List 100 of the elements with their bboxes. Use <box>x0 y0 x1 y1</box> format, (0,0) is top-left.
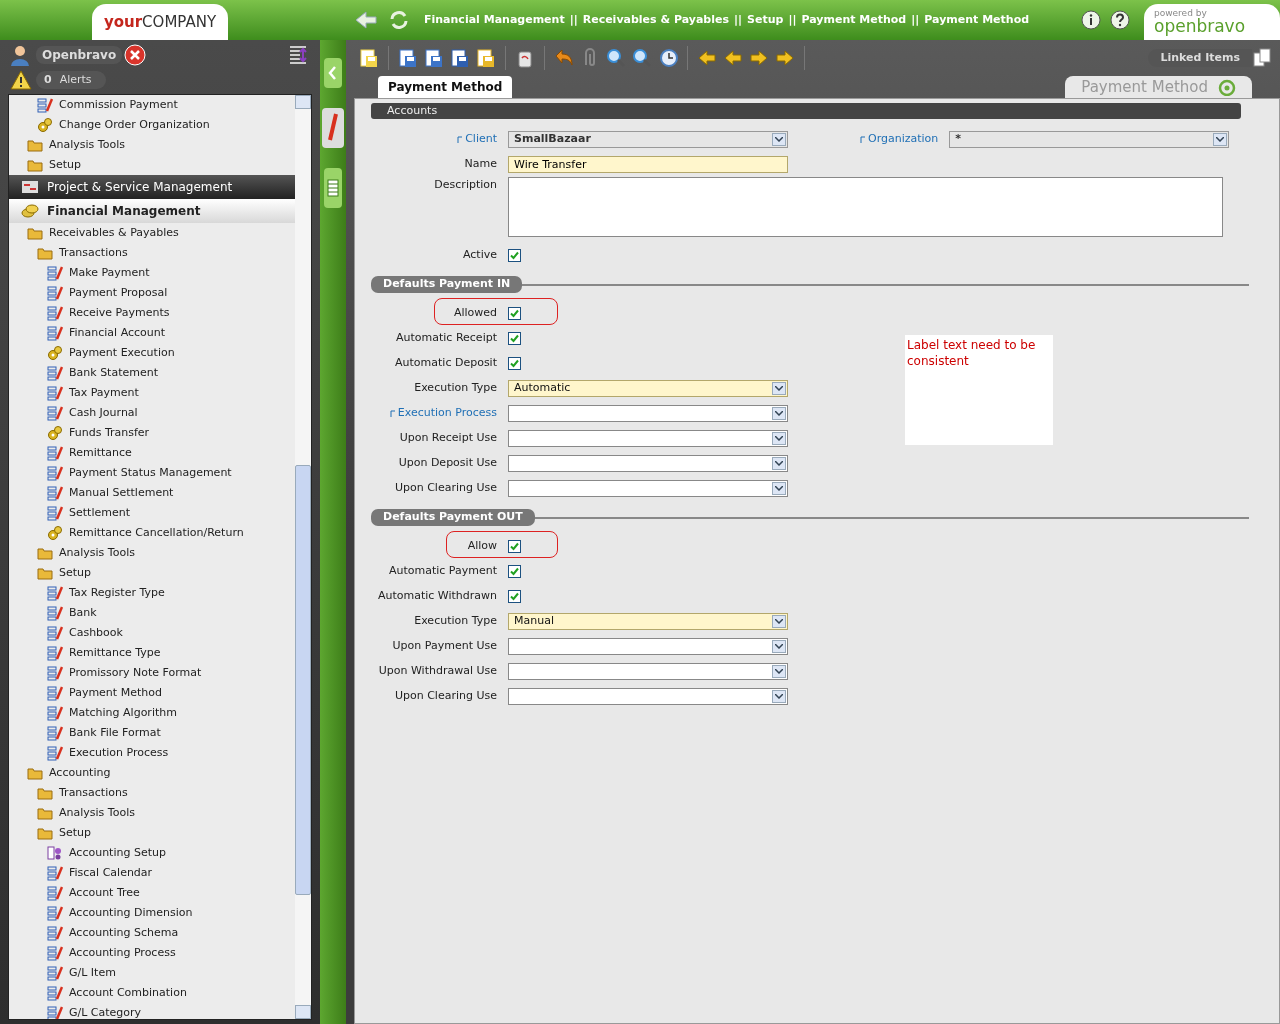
menu-item[interactable]: Payment Status Management <box>9 463 295 483</box>
menu-item[interactable]: Remittance <box>9 443 295 463</box>
user-name[interactable]: Openbravo <box>36 46 123 64</box>
field-label: Upon Clearing Use <box>394 480 497 497</box>
menu-item[interactable]: Account Tree <box>9 883 295 903</box>
menu-item[interactable]: Tax Payment <box>9 383 295 403</box>
linked-items-button[interactable]: Linked Items <box>1148 49 1252 67</box>
form-tab[interactable]: Payment Method <box>378 76 513 98</box>
help-icon[interactable] <box>1110 10 1130 30</box>
form-edit-icon <box>47 685 63 701</box>
folder-item[interactable]: Transactions <box>9 783 295 803</box>
field-link[interactable]: Execution Process <box>389 405 497 422</box>
menu-item[interactable]: Remittance Cancellation/Return <box>9 523 295 543</box>
field-link[interactable]: Organization <box>860 131 939 148</box>
menu-item[interactable]: Payment Method <box>9 683 295 703</box>
dropdown-field[interactable] <box>508 405 788 422</box>
menu-item[interactable]: Receive Payments <box>9 303 295 323</box>
menu-item[interactable]: Make Payment <box>9 263 295 283</box>
folder-item[interactable]: Transactions <box>9 243 295 263</box>
menu-item[interactable]: Accounting Setup <box>9 843 295 863</box>
menu-item[interactable]: Payment Execution <box>9 343 295 363</box>
dropdown-field[interactable]: SmallBazaar <box>508 131 788 148</box>
dropdown-field[interactable] <box>508 688 788 705</box>
menu-item[interactable]: Bank File Format <box>9 723 295 743</box>
menu-item[interactable]: Manual Settlement <box>9 483 295 503</box>
menu-item[interactable]: Promissory Note Format <box>9 663 295 683</box>
next-record-icon[interactable] <box>748 47 770 69</box>
text-field[interactable]: Wire Transfer <box>508 156 788 173</box>
menu-item[interactable]: Settlement <box>9 503 295 523</box>
folder-item[interactable]: Setup <box>9 563 295 583</box>
info-icon[interactable] <box>1081 10 1101 30</box>
menu-item[interactable]: Payment Proposal <box>9 283 295 303</box>
form-edit-icon <box>47 445 63 461</box>
copy-record-icon[interactable] <box>423 47 445 69</box>
menu-item[interactable]: Tax Register Type <box>9 583 295 603</box>
company-logo: yourCOMPANY <box>92 4 228 40</box>
alerts-pill[interactable]: 0 Alerts <box>36 71 106 89</box>
folder-item[interactable]: Receivables & Payables <box>9 223 295 243</box>
folder-item[interactable]: Accounting <box>9 763 295 783</box>
gears-icon <box>37 117 53 133</box>
copy-record-icon[interactable] <box>397 47 419 69</box>
folder-item[interactable]: Setup <box>9 823 295 843</box>
checkbox[interactable] <box>508 590 521 603</box>
dropdown-field[interactable]: Automatic <box>508 380 788 397</box>
checkbox[interactable] <box>508 540 521 553</box>
menu-item[interactable]: Accounting Dimension <box>9 903 295 923</box>
menu-item[interactable]: Financial Account <box>9 323 295 343</box>
close-icon[interactable] <box>124 44 147 66</box>
openbravo-mark-icon <box>1218 78 1236 96</box>
folder-icon <box>27 138 43 152</box>
last-record-icon[interactable] <box>774 47 796 69</box>
menu-item[interactable]: Funds Transfer <box>9 423 295 443</box>
checkbox[interactable] <box>508 332 521 345</box>
module-item[interactable]: Financial Management <box>9 199 295 223</box>
checkbox[interactable] <box>508 307 521 320</box>
refresh-icon[interactable] <box>388 9 410 31</box>
menu-item[interactable]: Bank <box>9 603 295 623</box>
dropdown-field[interactable] <box>508 455 788 472</box>
menu-item[interactable]: Cash Journal <box>9 403 295 423</box>
field-link[interactable]: Client <box>457 131 497 148</box>
module-item[interactable]: Project & Service Management <box>9 175 295 199</box>
folder-item[interactable]: Setup <box>9 155 295 175</box>
dropdown-field[interactable] <box>508 480 788 497</box>
menu-item[interactable]: Account Combination <box>9 983 295 1003</box>
folder-item[interactable]: Analysis Tools <box>9 543 295 563</box>
menu-item[interactable]: Execution Process <box>9 743 295 763</box>
scrollbar[interactable] <box>295 95 311 1019</box>
collapse-chevron-icon[interactable] <box>324 58 342 88</box>
dropdown-field[interactable]: * <box>949 131 1230 148</box>
dropdown-field[interactable] <box>508 638 788 655</box>
menu-item[interactable]: Fiscal Calendar <box>9 863 295 883</box>
menu-item[interactable]: Commission Payment <box>9 95 295 115</box>
menu-item[interactable]: Change Order Organization <box>9 115 295 135</box>
menu-item[interactable]: Bank Statement <box>9 363 295 383</box>
previous-record-icon[interactable] <box>722 47 744 69</box>
history-clock-icon[interactable] <box>657 47 679 69</box>
linked-documents-icon[interactable] <box>1252 48 1272 68</box>
first-record-icon[interactable] <box>696 47 718 69</box>
menu-item[interactable]: G/L Category <box>9 1003 295 1019</box>
folder-icon <box>37 786 53 800</box>
folder-item[interactable]: Analysis Tools <box>9 803 295 823</box>
menu-item[interactable]: Remittance Type <box>9 643 295 663</box>
menu-item[interactable]: Cashbook <box>9 623 295 643</box>
menu-item[interactable]: G/L Item <box>9 963 295 983</box>
expand-collapse-icon[interactable] <box>288 44 308 66</box>
folder-item[interactable]: Analysis Tools <box>9 135 295 155</box>
form-edit-icon <box>47 625 63 641</box>
menu-item[interactable]: Matching Algorithm <box>9 703 295 723</box>
checkbox[interactable] <box>508 565 521 578</box>
dropdown-field[interactable]: Manual <box>508 613 788 630</box>
edit-view-icon[interactable] <box>322 108 344 148</box>
text-area[interactable] <box>508 177 1223 237</box>
grid-view-icon[interactable] <box>324 168 342 208</box>
menu-item[interactable]: Accounting Process <box>9 943 295 963</box>
back-arrow-icon[interactable] <box>354 10 378 30</box>
checkbox[interactable] <box>508 249 521 262</box>
dropdown-field[interactable] <box>508 430 788 447</box>
dropdown-field[interactable] <box>508 663 788 680</box>
checkbox[interactable] <box>508 357 521 370</box>
menu-item[interactable]: Accounting Schema <box>9 923 295 943</box>
